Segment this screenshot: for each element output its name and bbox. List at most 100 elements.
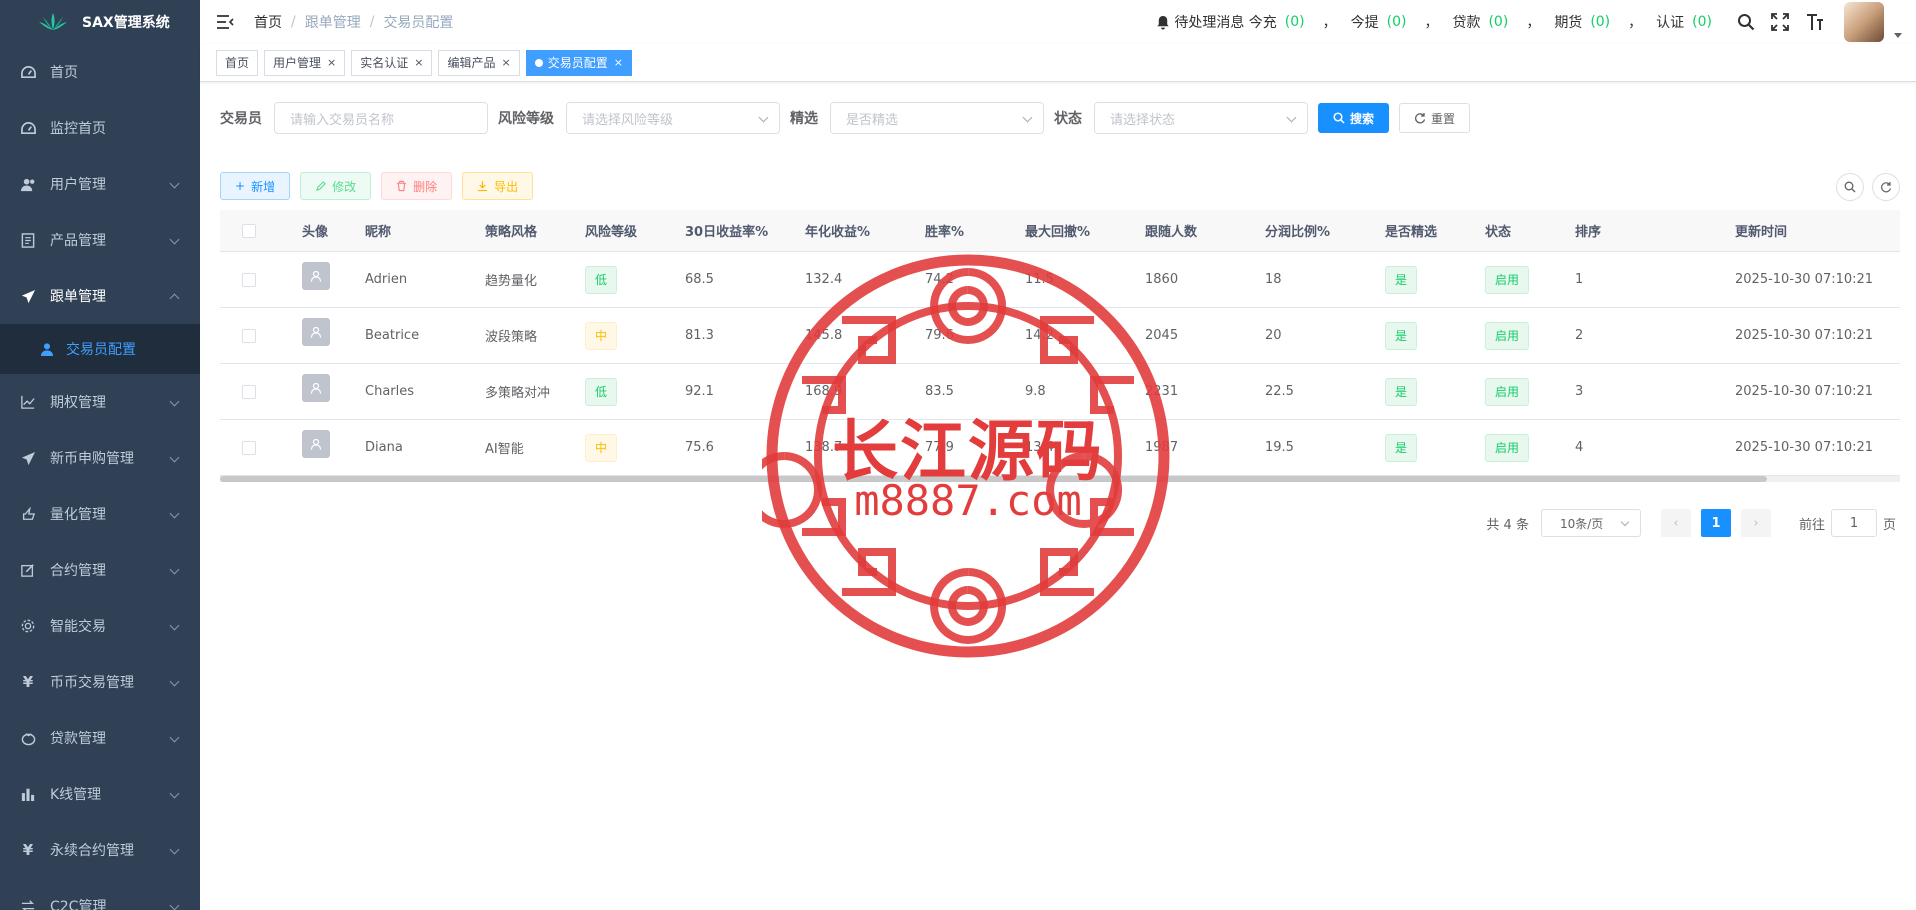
horizontal-scrollbar[interactable]	[220, 476, 1900, 482]
user-avatar[interactable]	[1844, 2, 1884, 42]
featured-badge: 是	[1385, 377, 1418, 406]
add-button[interactable]: + 新增	[220, 172, 291, 200]
prev-page-button[interactable]: ‹	[1660, 509, 1691, 537]
strategy-style: 多策略对冲	[485, 386, 551, 401]
scrollbar-thumb[interactable]	[220, 476, 1767, 482]
search-button[interactable]: 搜索	[1318, 103, 1390, 133]
sidebar-item-quant[interactable]: 量化管理	[0, 486, 200, 542]
row-checkbox[interactable]	[242, 440, 256, 455]
sidebar-item-new-coin[interactable]: 新币申购管理	[0, 430, 200, 486]
chevron-right-icon: ›	[1753, 515, 1759, 531]
tag-real-name-auth[interactable]: 实名认证 ×	[351, 49, 433, 76]
status-select[interactable]: 请选择状态	[1094, 102, 1308, 134]
fullscreen-icon[interactable]	[1770, 12, 1790, 32]
tag-user-management[interactable]: 用户管理 ×	[264, 49, 346, 76]
column-header: 头像	[302, 225, 329, 240]
app-title: SAX管理系统	[82, 15, 170, 31]
risk-cell: 中	[585, 321, 685, 350]
row-checkbox[interactable]	[242, 328, 256, 343]
nickname: Charles	[365, 384, 415, 399]
sidebar-item-smart-trading[interactable]: 智能交易	[0, 598, 200, 654]
chevron-down-icon	[169, 844, 180, 855]
toggle-search-button[interactable]	[1836, 173, 1864, 201]
close-icon[interactable]: ×	[414, 56, 423, 69]
close-icon[interactable]: ×	[327, 56, 336, 69]
table-row[interactable]: Beatrice 波段策略 中 81.3 145.8 79.6 14.2 204…	[220, 308, 1900, 364]
export-button[interactable]: 导出	[462, 172, 534, 200]
tag-edit-product[interactable]: 编辑产品 ×	[438, 49, 520, 76]
sidebar-item-loans[interactable]: 贷款管理	[0, 710, 200, 766]
table-row[interactable]: Adrien 趋势量化 低 68.5 132.4 74.2 11.5 1860 …	[220, 252, 1900, 308]
hamburger-icon[interactable]	[216, 14, 234, 30]
delete-button[interactable]: 删除	[381, 172, 453, 200]
tag-label: 首页	[225, 56, 250, 70]
page-size-select[interactable]: 10条/页	[1540, 509, 1641, 537]
trader-name-input[interactable]: 请输入交易员名称	[274, 102, 488, 134]
close-icon[interactable]: ×	[614, 56, 623, 69]
profit-share: 18	[1265, 272, 1282, 287]
select-all-checkbox[interactable]	[242, 223, 256, 238]
sidebar-item-spot-trading[interactable]: ¥ 币币交易管理	[0, 654, 200, 710]
status-cell: 启用	[1485, 433, 1575, 462]
featured-select[interactable]: 是否精选	[830, 102, 1044, 134]
watermark-url: m8887.com	[854, 476, 1082, 525]
table-row[interactable]: Diana AI智能 中 75.6 138.7 77.9 13.4 1987 1…	[220, 420, 1900, 476]
select-all-cell	[220, 223, 302, 238]
chevron-down-icon	[169, 396, 180, 407]
sidebar-item-kline[interactable]: K线管理	[0, 766, 200, 822]
page-number-current[interactable]: 1	[1700, 509, 1731, 537]
download-icon	[478, 181, 488, 192]
refresh-button[interactable]	[1872, 173, 1900, 201]
sidebar-item-options[interactable]: 期权管理	[0, 374, 200, 430]
font-size-icon[interactable]	[1804, 12, 1824, 32]
tag-label: 交易员配置	[547, 56, 608, 70]
reset-button[interactable]: 重置	[1399, 103, 1471, 133]
edit-button[interactable]: 修改	[300, 172, 372, 200]
tags-view: 首页 用户管理 × 实名认证 × 编辑产品 × 交易员配置 ×	[200, 44, 1916, 82]
table-header: 头像 昵称 策略风格 风险等级 30日收益率% 年化收益% 胜率% 最大回撤% …	[220, 210, 1900, 252]
row-checkbox[interactable]	[242, 384, 256, 399]
avatar-placeholder-icon	[302, 261, 330, 290]
sidebar-item-contracts[interactable]: 合约管理	[0, 542, 200, 598]
sidebar-item-products[interactable]: 产品管理	[0, 212, 200, 268]
search-icon[interactable]	[1736, 12, 1756, 32]
tag-home[interactable]: 首页	[216, 49, 259, 76]
sidebar-item-perpetual[interactable]: ¥ 永续合约管理	[0, 822, 200, 878]
sidebar: SAX管理系统 首页 监控首页 用户管理 产品管理 跟单管理 交易员配置 期权管…	[0, 0, 200, 910]
breadcrumb-home[interactable]: 首页	[254, 12, 282, 32]
sidebar-item-users[interactable]: 用户管理	[0, 156, 200, 212]
tag-trader-config[interactable]: 交易员配置 ×	[525, 49, 632, 76]
trader-placeholder: 请输入交易员名称	[290, 112, 395, 128]
goto-page-value: 1	[1849, 515, 1859, 531]
app-logo[interactable]: SAX管理系统	[0, 0, 200, 44]
sidebar-item-home[interactable]: 首页	[0, 44, 200, 100]
sidebar-item-trader-config[interactable]: 交易员配置	[0, 324, 200, 374]
risk-level-select[interactable]: 请选择风险等级	[566, 102, 780, 134]
sidebar-item-label: 合约管理	[50, 563, 106, 579]
tag-label: 编辑产品	[447, 56, 496, 70]
leaf-logo-icon	[39, 13, 67, 30]
featured-badge: 是	[1385, 265, 1418, 294]
refresh-icon	[1415, 113, 1426, 124]
close-icon[interactable]: ×	[502, 56, 511, 69]
caret-down-icon[interactable]	[1894, 32, 1902, 38]
next-page-button[interactable]: ›	[1740, 509, 1771, 537]
sidebar-item-monitor[interactable]: 监控首页	[0, 100, 200, 156]
add-label: 新增	[251, 179, 276, 194]
goto-page-input[interactable]: 1	[1830, 509, 1877, 537]
sidebar-item-label: 币币交易管理	[50, 675, 134, 691]
chevron-down-icon	[169, 620, 180, 631]
annual-return: 145.8	[805, 328, 843, 343]
table-row[interactable]: Charles 多策略对冲 低 92.1 168.9 83.5 9.8 2231…	[220, 364, 1900, 420]
row-checkbox[interactable]	[242, 272, 256, 287]
sidebar-item-copy-trading[interactable]: 跟单管理	[0, 268, 200, 324]
sidebar-item-c2c[interactable]: C2C管理	[0, 878, 200, 910]
sidebar-item-label: 永续合约管理	[50, 843, 134, 859]
chevron-down-icon	[1620, 517, 1630, 527]
featured-label: 精选	[790, 111, 818, 127]
featured-badge: 是	[1385, 321, 1418, 350]
breadcrumb-copy-trading: 跟单管理	[304, 15, 361, 31]
sidebar-item-label: C2C管理	[50, 899, 107, 910]
pending-messages[interactable]: 待处理消息 今充 (0) ， 今提 (0) ， 贷款 (0) ， 期货 (0) …	[1156, 0, 1716, 44]
trash-icon	[397, 180, 407, 192]
